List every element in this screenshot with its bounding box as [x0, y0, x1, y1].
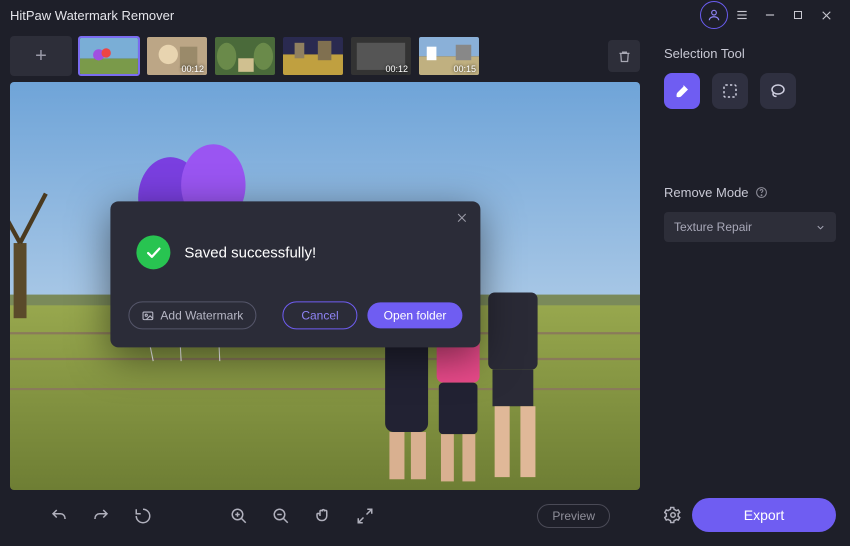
right-panel: Selection Tool Remove Mode Texture Repai…: [650, 30, 850, 546]
canvas[interactable]: Saved successfully! Add Watermark Cancel…: [10, 82, 640, 490]
marquee-tool-button[interactable]: [712, 73, 748, 109]
add-media-button[interactable]: +: [10, 36, 72, 76]
thumbnail[interactable]: 00:12: [146, 36, 208, 76]
export-button[interactable]: Export: [692, 498, 836, 532]
selection-tool-label: Selection Tool: [664, 46, 836, 61]
preview-button[interactable]: Preview: [537, 504, 610, 528]
help-icon[interactable]: [755, 186, 768, 199]
fit-screen-icon[interactable]: [356, 507, 374, 525]
add-watermark-button[interactable]: Add Watermark: [128, 301, 256, 329]
thumbnail[interactable]: 00:12: [350, 36, 412, 76]
menu-icon[interactable]: [728, 1, 756, 29]
bottom-toolbar: Preview: [10, 496, 640, 536]
undo-icon[interactable]: [50, 507, 68, 525]
thumbnail-duration: 00:12: [181, 64, 204, 74]
app-title: HitPaw Watermark Remover: [10, 8, 700, 23]
maximize-icon[interactable]: [784, 1, 812, 29]
brush-tool-button[interactable]: [664, 73, 700, 109]
thumbnail[interactable]: 00:15: [418, 36, 480, 76]
minimize-icon[interactable]: [756, 1, 784, 29]
open-folder-button[interactable]: Open folder: [368, 302, 463, 328]
chevron-down-icon: [815, 222, 826, 233]
zoom-out-icon[interactable]: [272, 507, 290, 525]
lasso-tool-button[interactable]: [760, 73, 796, 109]
thumbnail-row: + 00:12 00:12 00:: [10, 36, 640, 76]
dialog-message: Saved successfully!: [184, 244, 316, 261]
main-panel: + 00:12 00:12 00:: [0, 30, 650, 546]
thumbnail[interactable]: [214, 36, 276, 76]
title-bar: HitPaw Watermark Remover: [0, 0, 850, 30]
close-icon[interactable]: [812, 1, 840, 29]
thumbnail-duration: 00:15: [453, 64, 476, 74]
settings-icon[interactable]: [664, 506, 682, 524]
cancel-button[interactable]: Cancel: [282, 301, 357, 329]
thumbnail-duration: 00:12: [385, 64, 408, 74]
dropdown-value: Texture Repair: [674, 220, 752, 234]
dialog-close-icon[interactable]: [455, 211, 468, 227]
reset-icon[interactable]: [134, 507, 152, 525]
remove-mode-dropdown[interactable]: Texture Repair: [664, 212, 836, 242]
redo-icon[interactable]: [92, 507, 110, 525]
thumbnail[interactable]: [282, 36, 344, 76]
success-check-icon: [136, 235, 170, 269]
profile-icon[interactable]: [700, 1, 728, 29]
delete-button[interactable]: [608, 40, 640, 72]
remove-mode-label: Remove Mode: [664, 185, 836, 200]
thumbnail[interactable]: [78, 36, 140, 76]
zoom-in-icon[interactable]: [230, 507, 248, 525]
pan-icon[interactable]: [314, 507, 332, 525]
add-watermark-label: Add Watermark: [160, 308, 243, 322]
save-dialog: Saved successfully! Add Watermark Cancel…: [110, 201, 480, 347]
